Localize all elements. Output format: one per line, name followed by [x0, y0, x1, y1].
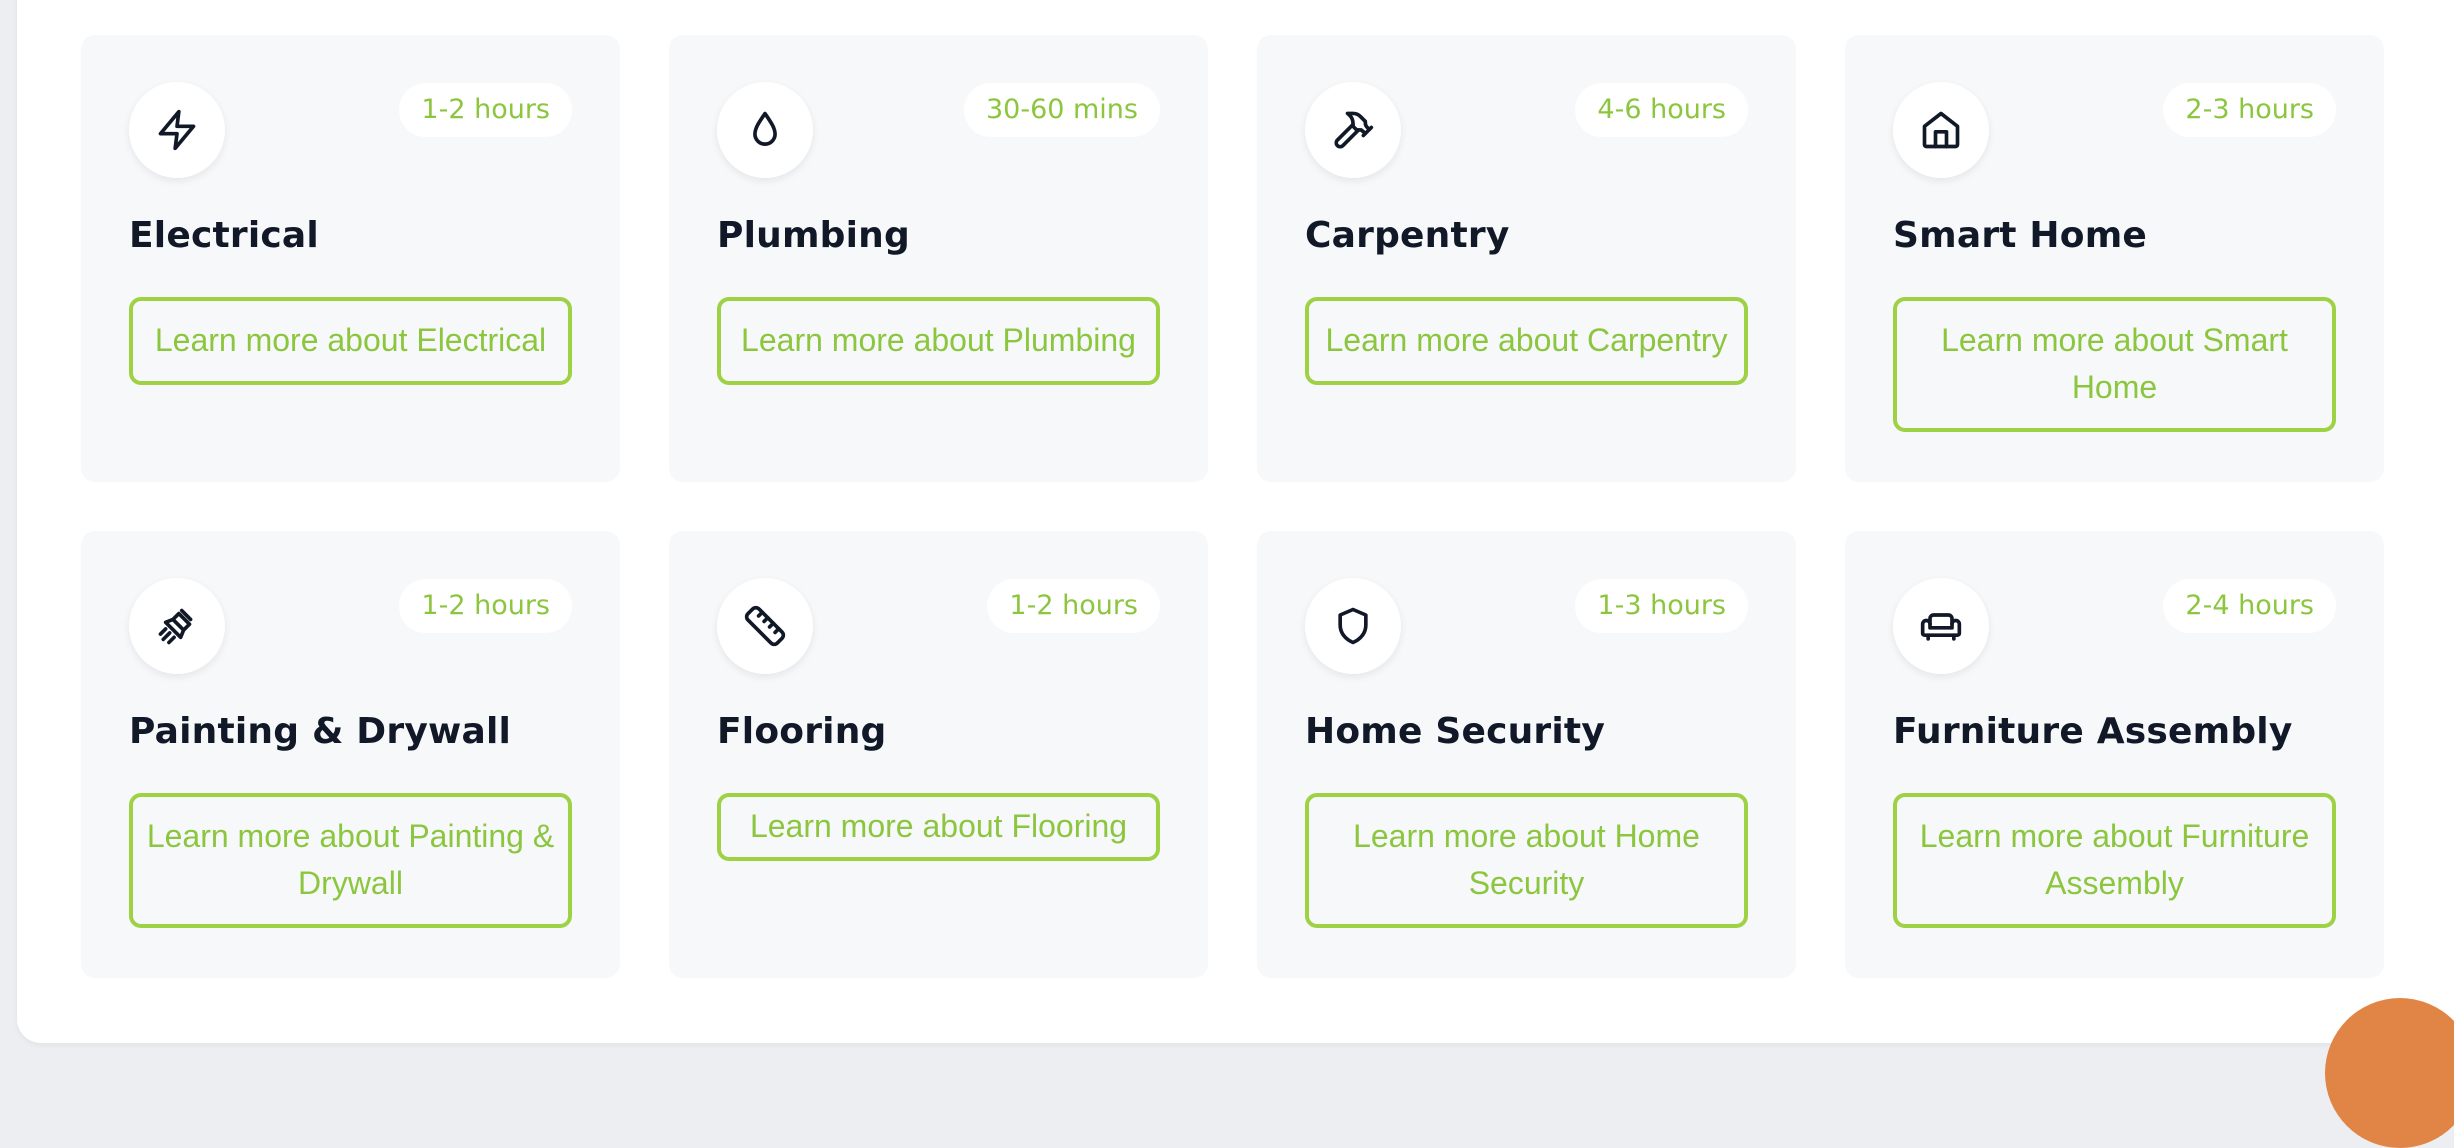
service-title: Furniture Assembly — [1893, 711, 2293, 752]
service-card-painting-drywall: 1-2 hours Painting & Drywall Learn more … — [81, 531, 620, 978]
service-title: Flooring — [717, 711, 887, 752]
duration-badge: 1-2 hours — [987, 579, 1160, 633]
home-icon — [1893, 82, 1989, 178]
paintbrush-icon — [129, 578, 225, 674]
service-title: Electrical — [129, 215, 319, 256]
service-card-plumbing: 30-60 mins Plumbing Learn more about Plu… — [669, 35, 1208, 482]
duration-badge: 1-3 hours — [1575, 579, 1748, 633]
service-title: Home Security — [1305, 711, 1606, 752]
service-card-electrical: 1-2 hours Electrical Learn more about El… — [81, 35, 620, 482]
duration-badge: 2-4 hours — [2163, 579, 2336, 633]
service-card-home-security: 1-3 hours Home Security Learn more about… — [1257, 531, 1796, 978]
service-card-furniture-assembly: 2-4 hours Furniture Assembly Learn more … — [1845, 531, 2384, 978]
duration-badge: 2-3 hours — [2163, 83, 2336, 137]
service-card-flooring: 1-2 hours Flooring Learn more about Floo… — [669, 531, 1208, 978]
duration-badge: 4-6 hours — [1575, 83, 1748, 137]
learn-more-smart-home-button[interactable]: Learn more about Smart Home — [1893, 297, 2336, 432]
services-grid: 1-2 hours Electrical Learn more about El… — [81, 35, 2384, 978]
droplet-icon — [717, 82, 813, 178]
services-panel: 1-2 hours Electrical Learn more about El… — [17, 0, 2454, 1043]
learn-more-furniture-assembly-button[interactable]: Learn more about Furniture Assembly — [1893, 793, 2336, 928]
learn-more-flooring-button[interactable]: Learn more about Flooring — [717, 793, 1160, 861]
service-title: Plumbing — [717, 215, 910, 256]
service-card-smart-home: 2-3 hours Smart Home Learn more about Sm… — [1845, 35, 2384, 482]
duration-badge: 1-2 hours — [399, 83, 572, 137]
service-title: Carpentry — [1305, 215, 1510, 256]
learn-more-carpentry-button[interactable]: Learn more about Carpentry — [1305, 297, 1748, 385]
duration-badge: 1-2 hours — [399, 579, 572, 633]
duration-badge: 30-60 mins — [963, 83, 1160, 137]
learn-more-home-security-button[interactable]: Learn more about Home Security — [1305, 793, 1748, 928]
lightning-icon — [129, 82, 225, 178]
service-card-carpentry: 4-6 hours Carpentry Learn more about Car… — [1257, 35, 1796, 482]
ruler-icon — [717, 578, 813, 674]
hammer-icon — [1305, 82, 1401, 178]
learn-more-electrical-button[interactable]: Learn more about Electrical — [129, 297, 572, 385]
service-title: Painting & Drywall — [129, 711, 512, 752]
shield-icon — [1305, 578, 1401, 674]
learn-more-plumbing-button[interactable]: Learn more about Plumbing — [717, 297, 1160, 385]
sofa-icon — [1893, 578, 1989, 674]
learn-more-painting-drywall-button[interactable]: Learn more about Painting & Drywall — [129, 793, 572, 928]
service-title: Smart Home — [1893, 215, 2148, 256]
